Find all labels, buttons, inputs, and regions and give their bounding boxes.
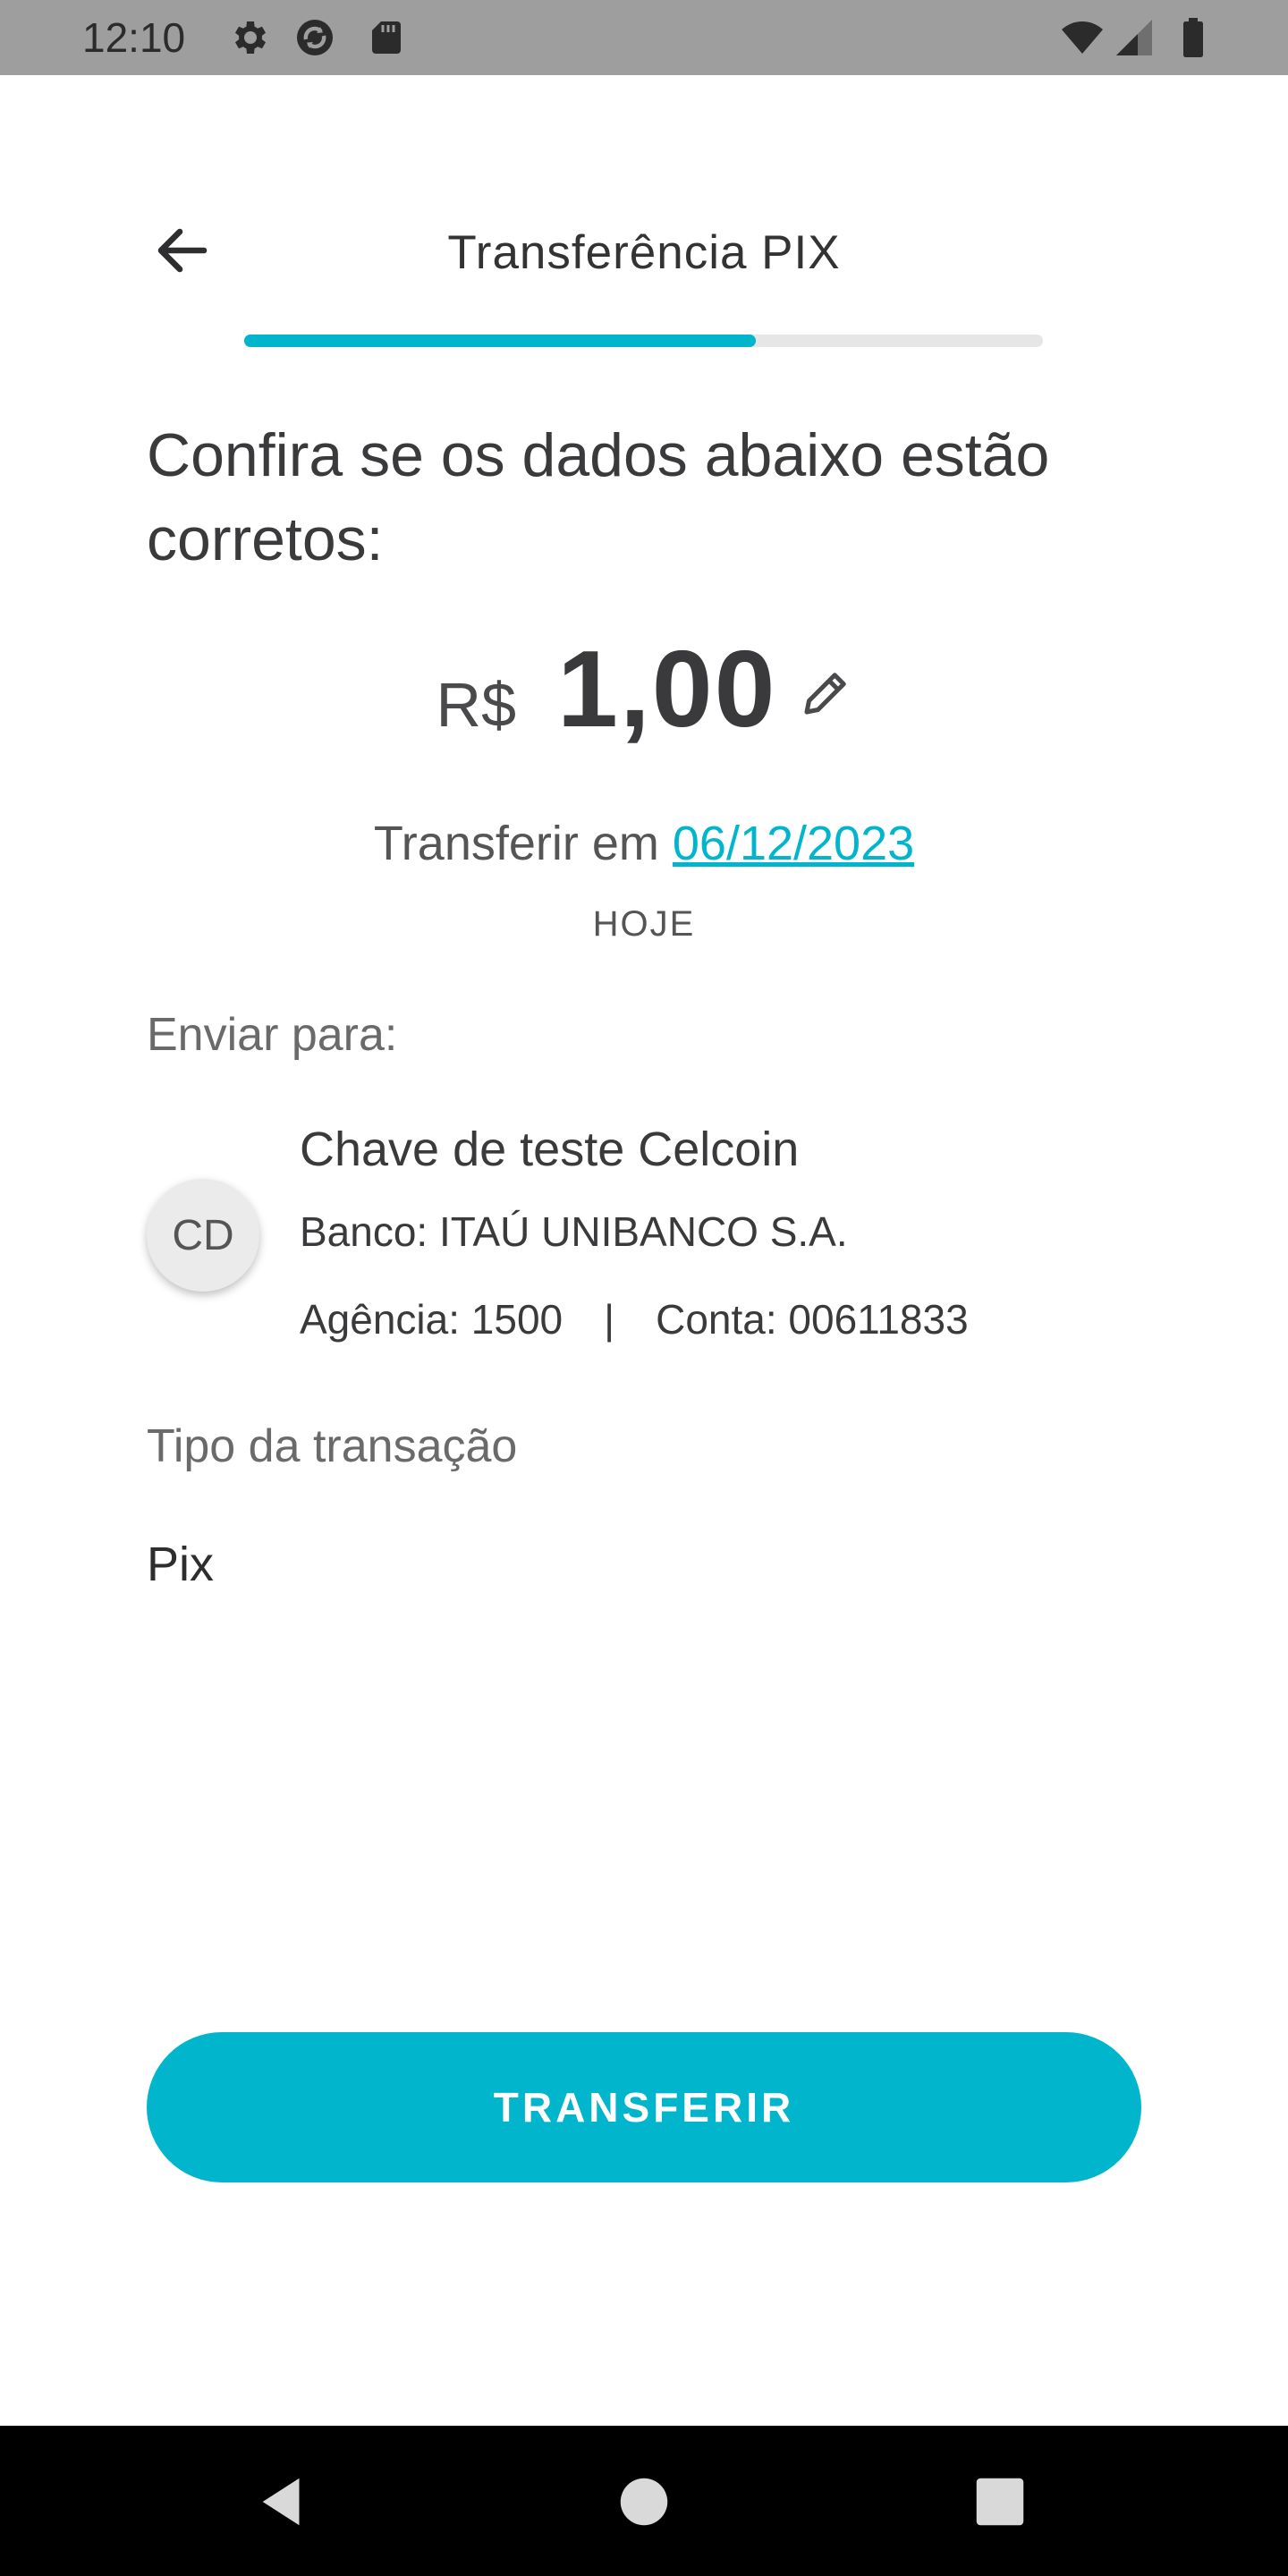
date-prefix: Transferir em — [373, 817, 659, 870]
pencil-icon — [804, 673, 847, 715]
nav-home-button[interactable] — [613, 2470, 675, 2533]
triangle-back-icon — [262, 2478, 300, 2526]
recipient-name: Chave de teste Celcoin — [300, 1123, 800, 1176]
page-title: Transferência PIX — [447, 226, 841, 279]
battery-icon — [1172, 16, 1215, 59]
status-bar: 12:10 — [0, 0, 1288, 75]
square-recents-icon — [976, 2478, 1024, 2526]
recipient-agency: Agência: 1500 — [300, 1296, 564, 1343]
circle-home-icon — [620, 2478, 668, 2526]
progress-fill — [244, 335, 756, 347]
transaction-type-value: Pix — [147, 1538, 215, 1591]
sd-card-icon — [365, 16, 408, 59]
nav-recents-button[interactable] — [969, 2470, 1031, 2533]
transaction-type-label: Tipo da transação — [147, 1420, 518, 1472]
status-time: 12:10 — [82, 14, 186, 61]
confirm-heading: Confira se os dados abaixo estão correto… — [147, 421, 1050, 573]
recipient-account-row: Agência: 1500 | Conta: 00611833 — [300, 1292, 969, 1347]
amount-value: 1,00 — [557, 628, 777, 750]
recipient-account: Conta: 00611833 — [656, 1296, 969, 1343]
edit-amount-button[interactable] — [798, 667, 852, 721]
date-link[interactable]: 06/12/2023 — [673, 817, 914, 870]
avatar: CD — [147, 1179, 259, 1292]
amount-row: R$ 1,00 — [0, 626, 1288, 751]
currency-symbol: R$ — [436, 670, 517, 740]
navigation-bar — [0, 2426, 1288, 2576]
nav-back-button[interactable] — [252, 2470, 315, 2533]
wifi-icon — [1061, 16, 1104, 59]
transfer-date-row: Transferir em 06/12/2023 — [0, 812, 1288, 875]
transfer-button[interactable]: TRANSFERIR — [147, 2032, 1141, 2182]
separator: | — [604, 1296, 615, 1343]
progress-bar — [244, 335, 1043, 347]
recipient-bank: Banco: ITAÚ UNIBANCO S.A. — [300, 1208, 848, 1255]
gear-icon — [227, 16, 270, 59]
sync-icon — [293, 16, 336, 59]
send-to-label: Enviar para: — [147, 1009, 398, 1061]
signal-icon — [1113, 16, 1156, 59]
today-label: HOJE — [592, 904, 696, 944]
